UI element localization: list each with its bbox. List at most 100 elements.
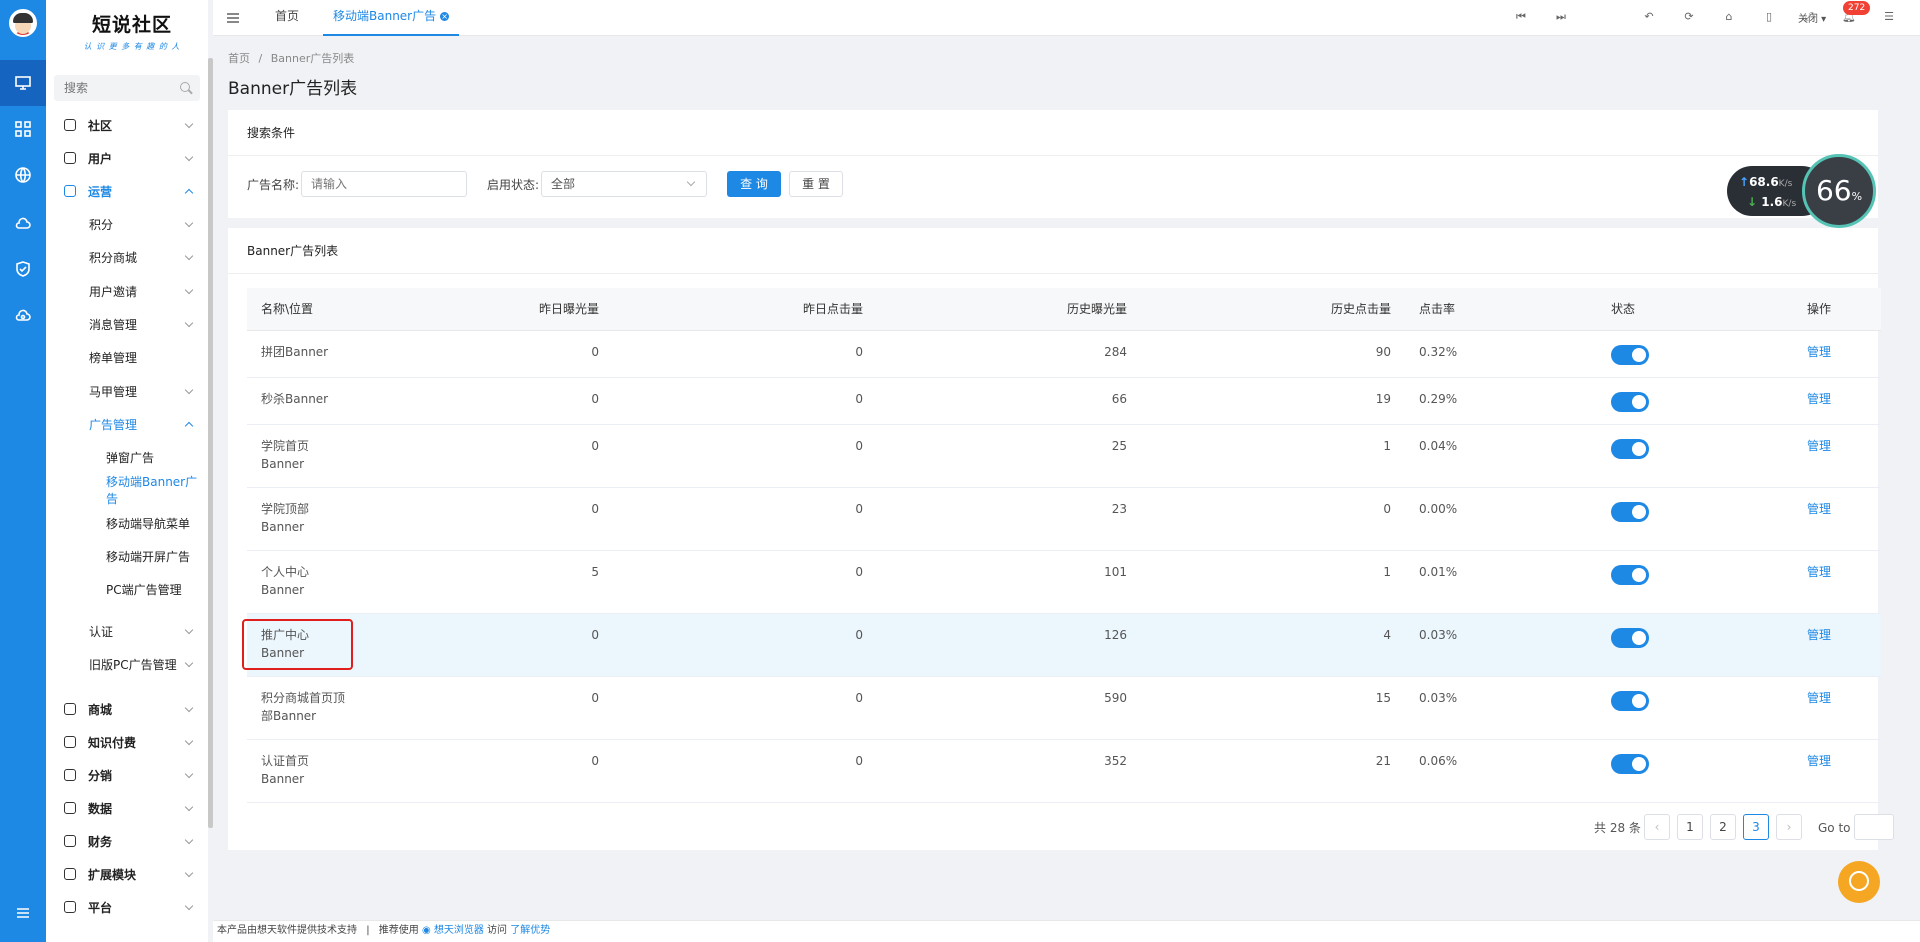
sidebar-item[interactable]: 平台 xyxy=(46,894,208,920)
avatar[interactable] xyxy=(9,9,37,37)
notification-badge: 272 xyxy=(1843,1,1871,15)
sidebar-item[interactable]: 用户 xyxy=(46,145,208,171)
shield-icon[interactable] xyxy=(0,246,46,292)
sidebar: 短说社区 认 识 更 多 有 趣 的 人 社区用户运营积分积分商城用户邀请消息管… xyxy=(46,0,208,942)
collapse-sidebar-icon[interactable] xyxy=(227,11,239,23)
footer-browser-link[interactable]: 想天浏览器 xyxy=(434,925,484,936)
memory-gauge[interactable]: 66% xyxy=(1802,154,1876,228)
footer-learn-link[interactable]: 了解优势 xyxy=(510,925,550,936)
status-toggle[interactable] xyxy=(1611,344,1649,365)
customer-service-icon[interactable] xyxy=(1838,861,1880,903)
sidebar-item[interactable]: 旧版PC广告管理 xyxy=(46,651,208,677)
sidebar-item[interactable]: 马甲管理 xyxy=(46,378,208,404)
sidebar-item[interactable]: 消息管理 xyxy=(46,311,208,337)
manage-link[interactable]: 管理 xyxy=(1807,392,1831,406)
sidebar-item[interactable]: 商城 xyxy=(46,696,208,722)
page-button-1[interactable]: 1 xyxy=(1677,814,1703,840)
search-input[interactable] xyxy=(54,75,164,101)
status-toggle[interactable] xyxy=(1611,627,1649,648)
banner-name: 推广中心 xyxy=(261,627,310,642)
actions-cell: 管理 xyxy=(1793,487,1881,551)
next-tab-icon[interactable]: ⏭ xyxy=(1553,9,1569,25)
manage-link[interactable]: 管理 xyxy=(1807,691,1831,705)
manage-link[interactable]: 管理 xyxy=(1807,754,1831,768)
sidebar-item[interactable]: 社区 xyxy=(46,112,208,138)
mobile-icon[interactable]: ▯ xyxy=(1761,9,1777,25)
status-toggle[interactable] xyxy=(1611,753,1649,774)
status-select[interactable]: 全部 xyxy=(541,171,707,197)
monitor-icon[interactable] xyxy=(0,60,46,106)
sidebar-item[interactable]: 运营 xyxy=(46,178,208,204)
manage-link[interactable]: 管理 xyxy=(1807,502,1831,516)
tab-banner-ads[interactable]: 移动端Banner广告 × xyxy=(323,0,460,36)
table-row: 推广中心 Banner 0 0 126 4 0.03% 管理 xyxy=(247,613,1881,677)
sidebar-item[interactable]: 移动端导航菜单 xyxy=(46,510,208,536)
upload-speed: ↑68.6K/s xyxy=(1739,175,1793,189)
status-cell xyxy=(1597,330,1793,378)
sidebar-item[interactable]: 移动端开屏广告 xyxy=(46,543,208,569)
tab-close-icon[interactable]: × xyxy=(440,12,450,21)
status-toggle[interactable] xyxy=(1611,690,1649,711)
sidebar-item[interactable]: PC端广告管理 xyxy=(46,576,208,602)
sidebar-item[interactable]: 知识付费 xyxy=(46,729,208,755)
logo: 短说社区 认 识 更 多 有 趣 的 人 xyxy=(82,10,182,52)
yesterday-clicks-cell: 0 xyxy=(613,550,877,614)
sidebar-item[interactable]: 分销 xyxy=(46,762,208,788)
undo-icon[interactable]: ↶ xyxy=(1641,9,1657,25)
sidebar-item[interactable]: 数据 xyxy=(46,795,208,821)
sidebar-scrollbar[interactable] xyxy=(208,58,213,828)
next-page-button[interactable]: › xyxy=(1776,814,1802,840)
sidebar-item[interactable]: 广告管理 xyxy=(46,411,208,437)
yesterday-exposure-cell: 0 xyxy=(497,377,613,425)
actions-cell: 管理 xyxy=(1793,739,1881,803)
sidebar-item[interactable]: 扩展模块 xyxy=(46,861,208,887)
logo-title: 短说社区 xyxy=(91,14,172,36)
page-button-2[interactable]: 2 xyxy=(1710,814,1736,840)
sidebar-item[interactable]: 榜单管理 xyxy=(46,344,208,370)
banner-name-line2: 部Banner xyxy=(261,708,317,723)
yesterday-clicks-cell: 0 xyxy=(613,676,877,740)
status-toggle[interactable] xyxy=(1611,501,1649,522)
manage-link[interactable]: 管理 xyxy=(1807,439,1831,453)
sidebar-item[interactable]: 财务 xyxy=(46,828,208,854)
sidebar-item[interactable]: 积分 xyxy=(46,211,208,237)
manage-link[interactable]: 管理 xyxy=(1807,345,1831,359)
grid-icon[interactable] xyxy=(0,106,46,152)
cloud-sync-icon[interactable] xyxy=(0,293,46,339)
banner-name: 学院顶部 xyxy=(261,501,310,516)
sidebar-item[interactable]: 弹窗广告 xyxy=(46,444,208,470)
manage-link[interactable]: 管理 xyxy=(1807,628,1831,642)
fullscreen-icon[interactable]: ⤢ xyxy=(1801,9,1817,25)
manage-link[interactable]: 管理 xyxy=(1807,565,1831,579)
more-menu-icon[interactable]: ☰ xyxy=(1881,9,1897,25)
download-speed-value: 1.6 xyxy=(1761,195,1783,209)
status-toggle[interactable] xyxy=(1611,391,1649,412)
sidebar-item[interactable]: 用户邀请 xyxy=(46,278,208,304)
sidebar-item[interactable]: 积分商城 xyxy=(46,244,208,270)
goto-page-input[interactable] xyxy=(1854,814,1894,840)
breadcrumb-home[interactable]: 首页 xyxy=(228,52,250,65)
banner-name-line2: Banner xyxy=(261,771,305,786)
yesterday-exposure-cell: 0 xyxy=(497,739,613,803)
sidebar-item[interactable]: 移动端Banner广告 xyxy=(46,475,208,506)
tab-home[interactable]: 首页 xyxy=(275,0,299,36)
ad-name-input[interactable] xyxy=(301,171,467,197)
prev-page-button[interactable]: ‹ xyxy=(1644,814,1670,840)
history-clicks-cell: 90 xyxy=(1141,330,1405,378)
sidebar-item[interactable]: 认证 xyxy=(46,618,208,644)
status-toggle[interactable] xyxy=(1611,564,1649,585)
status-toggle[interactable] xyxy=(1611,438,1649,459)
reset-button[interactable]: 重 置 xyxy=(789,171,843,197)
sidebar-search[interactable] xyxy=(54,75,200,101)
refresh-icon[interactable]: ⟳ xyxy=(1681,9,1697,25)
globe-icon[interactable] xyxy=(0,152,46,198)
col-actions: 操作 xyxy=(1793,288,1881,331)
search-icon[interactable] xyxy=(180,82,190,92)
cloud-icon[interactable] xyxy=(0,200,46,246)
query-button[interactable]: 查 询 xyxy=(727,171,781,197)
prev-tab-icon[interactable]: ⏮ xyxy=(1513,9,1529,25)
menu-icon[interactable] xyxy=(0,890,46,936)
page-button-3[interactable]: 3 xyxy=(1743,814,1769,840)
download-speed-unit: K/s xyxy=(1782,199,1797,209)
home-icon[interactable]: ⌂ xyxy=(1721,9,1737,25)
